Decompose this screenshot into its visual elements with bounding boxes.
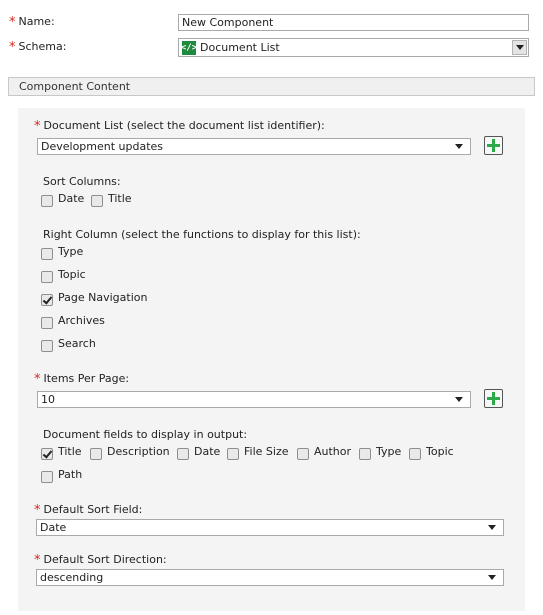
schema-label: * Schema: xyxy=(9,40,67,55)
right-type-label: Type xyxy=(58,245,84,258)
sort-columns-label: Sort Columns: xyxy=(43,175,121,188)
document-fields-label: Document fields to display in output: xyxy=(43,428,248,441)
field-file-size-label: File Size xyxy=(244,445,289,458)
name-input[interactable]: New Component xyxy=(178,14,529,31)
chevron-down-icon xyxy=(455,144,463,149)
sort-date-checkbox[interactable] xyxy=(41,195,53,207)
right-archives-checkbox[interactable] xyxy=(41,317,53,329)
field-path-checkbox[interactable] xyxy=(41,471,53,483)
code-tag-icon: </> xyxy=(180,40,198,55)
right-column-label: Right Column (select the functions to di… xyxy=(43,228,361,241)
sort-date-label: Date xyxy=(58,192,85,205)
chevron-down-icon xyxy=(488,525,496,530)
field-type-checkbox[interactable] xyxy=(359,448,371,460)
field-type-label: Type xyxy=(376,445,402,458)
default-sort-field-label: * Default Sort Field: xyxy=(34,503,143,518)
section-header[interactable]: Component Content xyxy=(8,77,535,96)
document-list-select[interactable]: Development updates xyxy=(37,138,471,155)
right-topic-checkbox[interactable] xyxy=(41,271,53,283)
right-search-checkbox[interactable] xyxy=(41,340,53,352)
schema-value: Document List xyxy=(200,41,280,54)
field-path-label: Path xyxy=(58,468,83,481)
field-date-checkbox[interactable] xyxy=(177,448,189,460)
chevron-down-icon[interactable] xyxy=(512,40,527,55)
right-archives-label: Archives xyxy=(58,314,105,327)
field-title-checkbox[interactable] xyxy=(41,448,53,460)
default-sort-direction-label: * Default Sort Direction: xyxy=(34,553,167,568)
field-description-checkbox[interactable] xyxy=(90,448,102,460)
chevron-down-icon xyxy=(455,397,463,402)
field-author-checkbox[interactable] xyxy=(297,448,309,460)
sort-title-label: Title xyxy=(108,192,132,205)
items-per-page-label: * Items Per Page: xyxy=(34,372,130,387)
add-document-list-button[interactable] xyxy=(484,136,503,155)
field-title-label: Title xyxy=(58,445,82,458)
items-per-page-select[interactable]: 10 xyxy=(37,391,471,408)
right-search-label: Search xyxy=(58,337,96,350)
name-label: * Name: xyxy=(9,15,55,30)
sort-title-checkbox[interactable] xyxy=(91,195,103,207)
field-date-label: Date xyxy=(194,445,221,458)
default-sort-field-select[interactable]: Date xyxy=(36,519,504,536)
field-author-label: Author xyxy=(314,445,352,458)
field-description-label: Description xyxy=(107,445,170,458)
right-page-navigation-label: Page Navigation xyxy=(58,291,148,304)
add-items-per-page-button[interactable] xyxy=(484,389,503,408)
right-topic-label: Topic xyxy=(58,268,86,281)
field-topic-label: Topic xyxy=(426,445,454,458)
schema-select[interactable]: </> Document List xyxy=(178,38,529,57)
chevron-down-icon xyxy=(488,575,496,580)
right-type-checkbox[interactable] xyxy=(41,248,53,260)
default-sort-direction-select[interactable]: descending xyxy=(36,569,504,586)
field-topic-checkbox[interactable] xyxy=(409,448,421,460)
right-page-navigation-checkbox[interactable] xyxy=(41,294,53,306)
field-file-size-checkbox[interactable] xyxy=(227,448,239,460)
document-list-label: * Document List (select the document list… xyxy=(34,119,325,134)
